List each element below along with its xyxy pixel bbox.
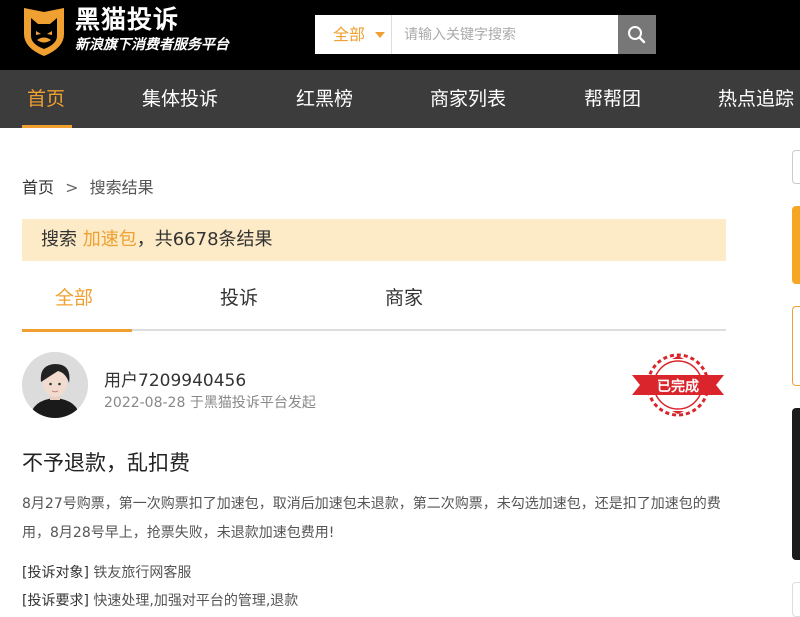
complaint-target-value[interactable]: 铁友旅行网客服	[93, 565, 191, 581]
nav-item-collective-complaints[interactable]: 集体投诉	[142, 70, 218, 128]
complaint-demand: [投诉要求] 快速处理,加强对平台的管理,退款	[22, 590, 298, 610]
tab-complaints[interactable]: 投诉	[220, 283, 258, 310]
nav-item-hot-topics[interactable]: 热点追踪	[718, 70, 794, 128]
nav-item-merchant-list[interactable]: 商家列表	[430, 70, 506, 128]
brand-name: 黑猫投诉	[75, 5, 180, 34]
search-scope-label: 全部	[333, 25, 366, 44]
tab-all[interactable]: 全部	[55, 283, 93, 310]
breadcrumb-home-link[interactable]: 首页	[22, 178, 54, 197]
status-stamp: 已完成	[630, 351, 726, 419]
top-header: 黑猫投诉 新浪旗下消费者服务平台 全部	[0, 0, 800, 70]
breadcrumb-current: 搜索结果	[89, 178, 154, 197]
main-nav: 首页 集体投诉 红黑榜 商家列表 帮帮团 热点追踪	[0, 70, 800, 128]
complaint-demand-value: 快速处理,加强对平台的管理,退款	[93, 593, 299, 609]
complaint-username[interactable]: 用户7209940456	[104, 366, 246, 391]
nav-item-help-group[interactable]: 帮帮团	[584, 70, 641, 128]
nav-item-red-black-list[interactable]: 红黑榜	[296, 70, 353, 128]
complaint-target-label: [投诉对象]	[22, 565, 89, 581]
brand-slogan: 新浪旗下消费者服务平台	[75, 37, 229, 53]
nav-item-home[interactable]: 首页	[27, 70, 65, 128]
result-prefix: 搜索	[41, 229, 77, 250]
status-stamp-label: 已完成	[657, 378, 699, 395]
nav-active-indicator	[22, 125, 72, 128]
result-count: ，共6678条结果	[136, 229, 273, 250]
complaint-target: [投诉对象] 铁友旅行网客服	[22, 562, 191, 582]
black-cat-logo-icon[interactable]	[21, 4, 67, 58]
search-input[interactable]	[392, 15, 617, 54]
complaint-title[interactable]: 不予退款，乱扣费	[22, 447, 190, 477]
complaint-body: 8月27号购票，第一次购票扣了加速包，取消后加速包未退款，第二次购票，未勾选加速…	[22, 496, 721, 541]
sidebar-widget[interactable]	[792, 306, 800, 386]
search-bar: 全部	[315, 15, 656, 54]
sidebar-widget[interactable]	[792, 150, 800, 184]
sidebar-widget[interactable]	[792, 408, 800, 560]
breadcrumb-separator: >	[65, 178, 79, 197]
result-keyword: 加速包	[82, 229, 137, 250]
complaint-date: 2022-08-28	[104, 395, 186, 411]
search-scope-dropdown[interactable]: 全部	[315, 15, 391, 54]
breadcrumb: 首页 > 搜索结果	[22, 174, 154, 198]
tab-active-indicator	[22, 329, 132, 332]
complaint-demand-label: [投诉要求]	[22, 593, 89, 609]
sidebar-widget[interactable]	[792, 582, 800, 617]
avatar[interactable]	[22, 352, 88, 418]
complaint-meta: 2022-08-28 于黑猫投诉平台发起	[104, 392, 316, 412]
sidebar-widget[interactable]	[792, 206, 800, 284]
search-result-summary: 搜索 加速包，共6678条结果	[22, 219, 726, 261]
search-icon	[628, 26, 646, 44]
search-button[interactable]	[618, 15, 656, 54]
brand[interactable]: 黑猫投诉 新浪旗下消费者服务平台	[75, 4, 229, 54]
caret-down-icon	[375, 32, 385, 38]
complaint-source: 于黑猫投诉平台发起	[189, 395, 316, 411]
tab-merchants[interactable]: 商家	[385, 283, 423, 310]
